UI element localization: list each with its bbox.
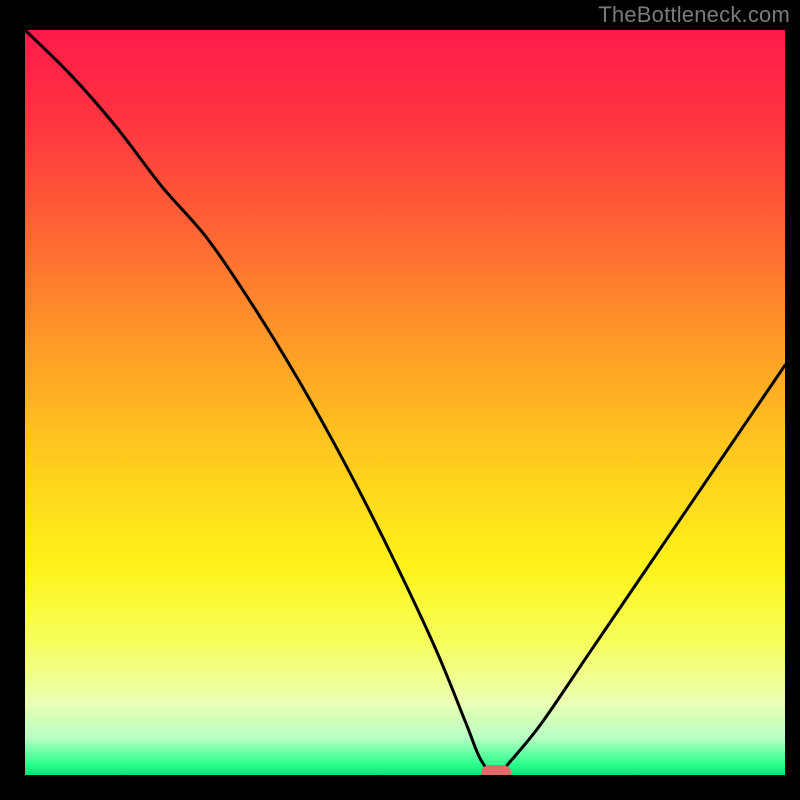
chart-stage: TheBottleneck.com [0, 0, 800, 800]
chart-svg [25, 30, 785, 775]
gradient-rect [25, 30, 785, 775]
watermark-text: TheBottleneck.com [598, 2, 790, 28]
optimum-marker [481, 765, 511, 775]
plot-area [25, 30, 785, 775]
